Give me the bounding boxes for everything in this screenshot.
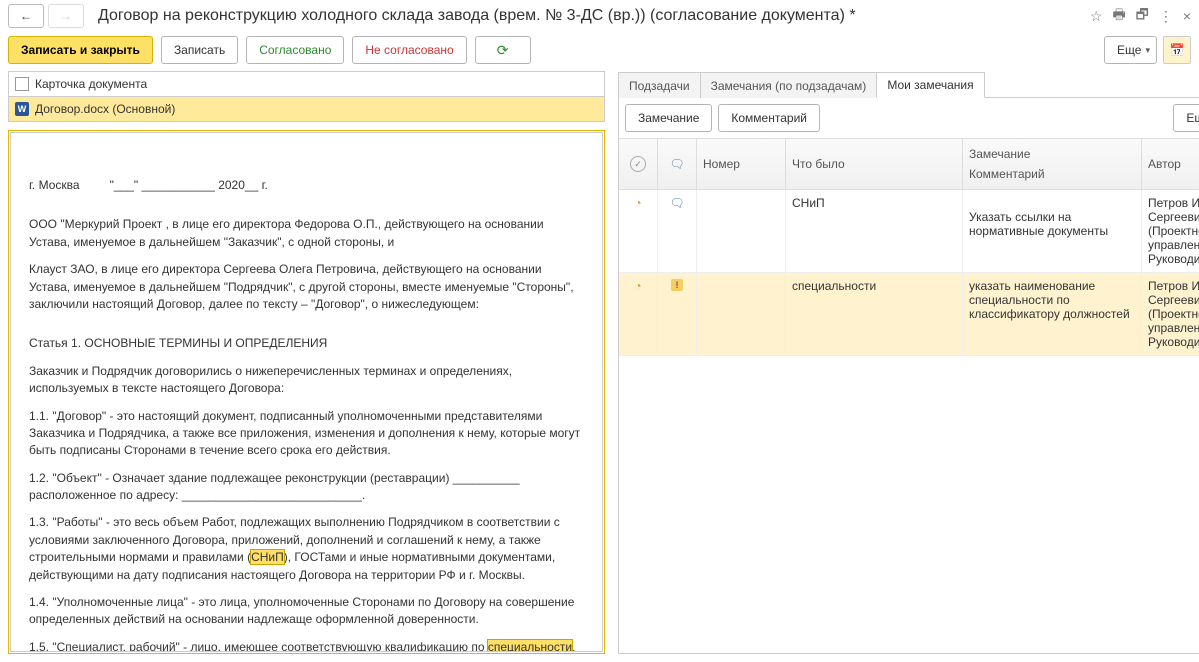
calendar-button[interactable]: 📅: [1163, 36, 1191, 64]
file-label: Договор.docx (Основной): [35, 102, 175, 116]
star-icon[interactable]: ☆: [1090, 8, 1103, 25]
left-pane: Карточка документа W Договор.docx (Основ…: [0, 67, 614, 662]
print-icon[interactable]: 🖶: [1112, 4, 1125, 28]
right-pane: Подзадачи Замечания (по подзадачам) Мои …: [614, 67, 1199, 662]
check-header-icon: ✓: [630, 156, 646, 172]
table-header: ✓ 🗨 Номер Что было Замечание Комментарий…: [619, 138, 1199, 190]
remarks-more-button[interactable]: Еще▾: [1173, 104, 1199, 132]
document-card-label: Карточка документа: [35, 77, 147, 91]
preview-text: Клауст ЗАО, в лице его директора Сергеев…: [29, 261, 584, 313]
clock-icon: ◔: [634, 279, 641, 293]
preview-text: г. Москва: [29, 178, 80, 192]
cell-note: Указать ссылки на нормативные документы: [963, 190, 1142, 272]
tab-subtasks[interactable]: Подзадачи: [618, 72, 701, 98]
link-icon[interactable]: 🗗: [1136, 4, 1149, 28]
table-body: ◔ 🗨 СНиП Указать ссылки на нормативные д…: [619, 190, 1199, 653]
tabs: Подзадачи Замечания (по подзадачам) Мои …: [618, 71, 1199, 98]
tab-remarks-by-subtasks[interactable]: Замечания (по подзадачам): [700, 72, 878, 98]
word-icon: W: [15, 102, 29, 116]
preview-text: 1.1. "Договор" - это настоящий документ,…: [29, 408, 584, 460]
col-comment-label: Комментарий: [969, 164, 1045, 184]
cell-was: СНиП: [786, 190, 963, 272]
col-author[interactable]: Автор: [1142, 139, 1199, 189]
chat-icon: 🗨: [669, 196, 684, 210]
col-note[interactable]: Замечание Комментарий: [963, 139, 1142, 189]
tab-my-remarks[interactable]: Мои замечания: [876, 72, 984, 98]
preview-text: ООО "Меркурий Проект , в лице его директ…: [29, 216, 584, 251]
preview-text: 1.4. "Уполномоченные лица" - это лица, у…: [29, 594, 584, 629]
refresh-button[interactable]: ⟳: [475, 36, 531, 64]
cell-number: [697, 190, 786, 272]
document-preview[interactable]: г. Москва "___" ___________ 2020__ г. ОО…: [10, 132, 603, 652]
col-check[interactable]: ✓: [619, 139, 658, 189]
calendar-icon: 📅: [1170, 43, 1185, 57]
forward-button: →: [48, 4, 84, 28]
arrow-right-icon: →: [60, 9, 72, 23]
col-number[interactable]: Номер: [697, 139, 786, 189]
titlebar: ← → Договор на реконструкцию холодного с…: [0, 0, 1199, 33]
table-row[interactable]: ◔ 🗨 СНиП Указать ссылки на нормативные д…: [619, 190, 1199, 273]
table-row[interactable]: ◔ ! специальности указать наименование с…: [619, 273, 1199, 356]
comment-button[interactable]: Комментарий: [718, 104, 820, 132]
clock-icon: ◔: [634, 196, 641, 210]
page-title: Договор на реконструкцию холодного склад…: [98, 7, 856, 25]
preview-heading: Статья 1. ОСНОВНЫЕ ТЕРМИНЫ И ОПРЕДЕЛЕНИЯ: [29, 335, 584, 352]
col-type[interactable]: 🗨: [658, 139, 697, 189]
remark-button[interactable]: Замечание: [625, 104, 712, 132]
close-icon[interactable]: ×: [1183, 8, 1191, 24]
col-note-label: Замечание: [969, 144, 1030, 164]
highlight-snip[interactable]: СНиП: [251, 550, 284, 564]
tab-body: Замечание Комментарий Еще▾ ✓ 🗨 Номер Что…: [618, 98, 1199, 654]
preview-wrap: г. Москва "___" ___________ 2020__ г. ОО…: [8, 130, 605, 654]
cell-author: Петров Игорь Сергеевич (Проектное управл…: [1142, 273, 1199, 355]
preview-text: 1.3. "Работы" - это весь объем Работ, по…: [29, 514, 584, 584]
cell-note: указать наименование специальности по кл…: [963, 273, 1142, 355]
cell-number: [697, 273, 786, 355]
col-was[interactable]: Что было: [786, 139, 963, 189]
reject-button[interactable]: Не согласовано: [352, 36, 466, 64]
chat-icon: 🗨: [669, 157, 684, 171]
cell-was: специальности: [786, 273, 963, 355]
preview-text: Заказчик и Подрядчик договорились о ниже…: [29, 363, 584, 398]
save-button[interactable]: Записать: [161, 36, 238, 64]
chevron-down-icon: ▾: [1145, 45, 1150, 56]
main-toolbar: Записать и закрыть Записать Согласовано …: [0, 33, 1199, 67]
back-button[interactable]: ←: [8, 4, 44, 28]
arrow-left-icon: ←: [20, 9, 32, 23]
approve-button[interactable]: Согласовано: [246, 36, 344, 64]
warning-icon: !: [671, 279, 683, 291]
document-card-row[interactable]: Карточка документа: [8, 71, 605, 97]
file-row[interactable]: W Договор.docx (Основной): [8, 97, 605, 122]
preview-text: 1.5. "Специалист, рабочий" - лицо, имеющ…: [29, 639, 584, 652]
preview-text: 1.2. "Объект" - Означает здание подлежащ…: [29, 470, 584, 505]
cell-author: Петров Игорь Сергеевич (Проектное управл…: [1142, 190, 1199, 272]
remarks-toolbar: Замечание Комментарий Еще▾: [619, 98, 1199, 138]
preview-text: "___" ___________ 2020__ г.: [110, 178, 268, 192]
save-close-button[interactable]: Записать и закрыть: [8, 36, 153, 64]
more-icon[interactable]: ⋮: [1159, 8, 1173, 25]
highlight-specialty[interactable]: специальности: [488, 640, 572, 652]
card-icon: [15, 77, 29, 91]
more-button[interactable]: Еще▾: [1104, 36, 1157, 64]
